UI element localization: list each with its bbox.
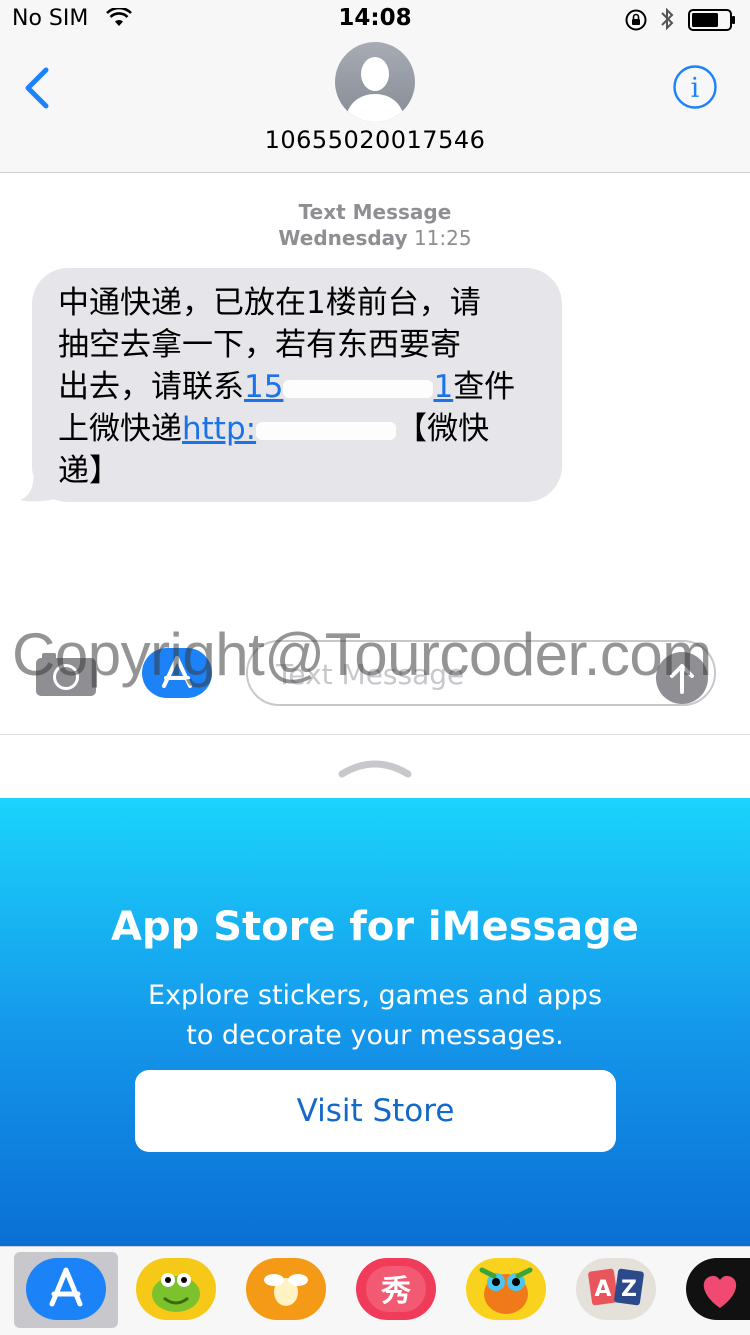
message-line: 出去，请联系15 1查件: [58, 366, 548, 408]
phone-link[interactable]: 15 1: [244, 369, 453, 405]
promo-subtitle-line: to decorate your messages.: [186, 1020, 564, 1051]
message-line-text: 【微快: [396, 411, 490, 447]
message-line: 抽空去拿一下，若有东西要寄: [58, 327, 461, 363]
message-line: 中通快递，已放在1楼前台，请: [58, 285, 481, 321]
timestamp-time: 11:25: [413, 226, 472, 250]
svg-text:i: i: [691, 73, 700, 104]
orientation-lock-icon: [625, 9, 647, 31]
message-line: 递】: [58, 453, 120, 489]
message-line-text: 查件: [453, 369, 516, 405]
watermark: Copyright@Tourcoder.com: [12, 621, 712, 688]
xiu-label: 秀: [380, 1274, 411, 1309]
chevron-up-icon[interactable]: [338, 756, 412, 778]
redaction-mark: [283, 379, 434, 398]
contact-name[interactable]: 10655020017546: [0, 126, 750, 154]
message-timestamp: Wednesday 11:25: [0, 226, 750, 250]
bluetooth-icon: [661, 7, 674, 31]
info-icon[interactable]: i: [672, 64, 718, 110]
az-label-z: Z: [621, 1277, 637, 1302]
visit-store-button[interactable]: Visit Store: [135, 1070, 616, 1152]
chevron-left-icon[interactable]: [20, 66, 56, 110]
az-app-icon[interactable]: A Z: [576, 1258, 656, 1320]
redaction-mark: [256, 421, 397, 440]
promo-subtitle-line: Explore stickers, games and apps: [147, 980, 603, 1011]
message-line-text: 上微快递: [58, 411, 182, 447]
battery-icon: [688, 9, 735, 31]
message-line: 上微快递http: 【微快: [58, 408, 548, 450]
promo-title: App Store for iMessage: [111, 904, 639, 950]
om-nom-sticker-icon[interactable]: [136, 1258, 216, 1320]
url-link-text: http:: [182, 411, 257, 447]
bird-game-icon[interactable]: [466, 1258, 546, 1320]
bee-app-icon[interactable]: [246, 1258, 326, 1320]
message-text: 中通快递，已放在1楼前台，请 抽空去拿一下，若有东西要寄 出去，请联系15 1查件…: [58, 282, 548, 492]
message-line-text: 出去，请联系: [58, 369, 244, 405]
xiu-app-icon[interactable]: 秀: [356, 1258, 436, 1320]
service-label: Text Message: [298, 200, 452, 224]
phone-link-end: 1: [433, 369, 454, 405]
heart-app-icon[interactable]: [686, 1258, 750, 1320]
promo-subtitle: Explore stickers, games and apps to deco…: [0, 976, 750, 1056]
phone-link-start: 15: [244, 369, 284, 405]
url-link[interactable]: http:: [182, 411, 397, 447]
app-store-icon[interactable]: [26, 1258, 106, 1320]
timestamp-day: Wednesday: [278, 226, 408, 250]
person-silhouette-icon: [345, 57, 405, 122]
avatar[interactable]: [335, 42, 415, 122]
az-label-a: A: [594, 1277, 611, 1302]
